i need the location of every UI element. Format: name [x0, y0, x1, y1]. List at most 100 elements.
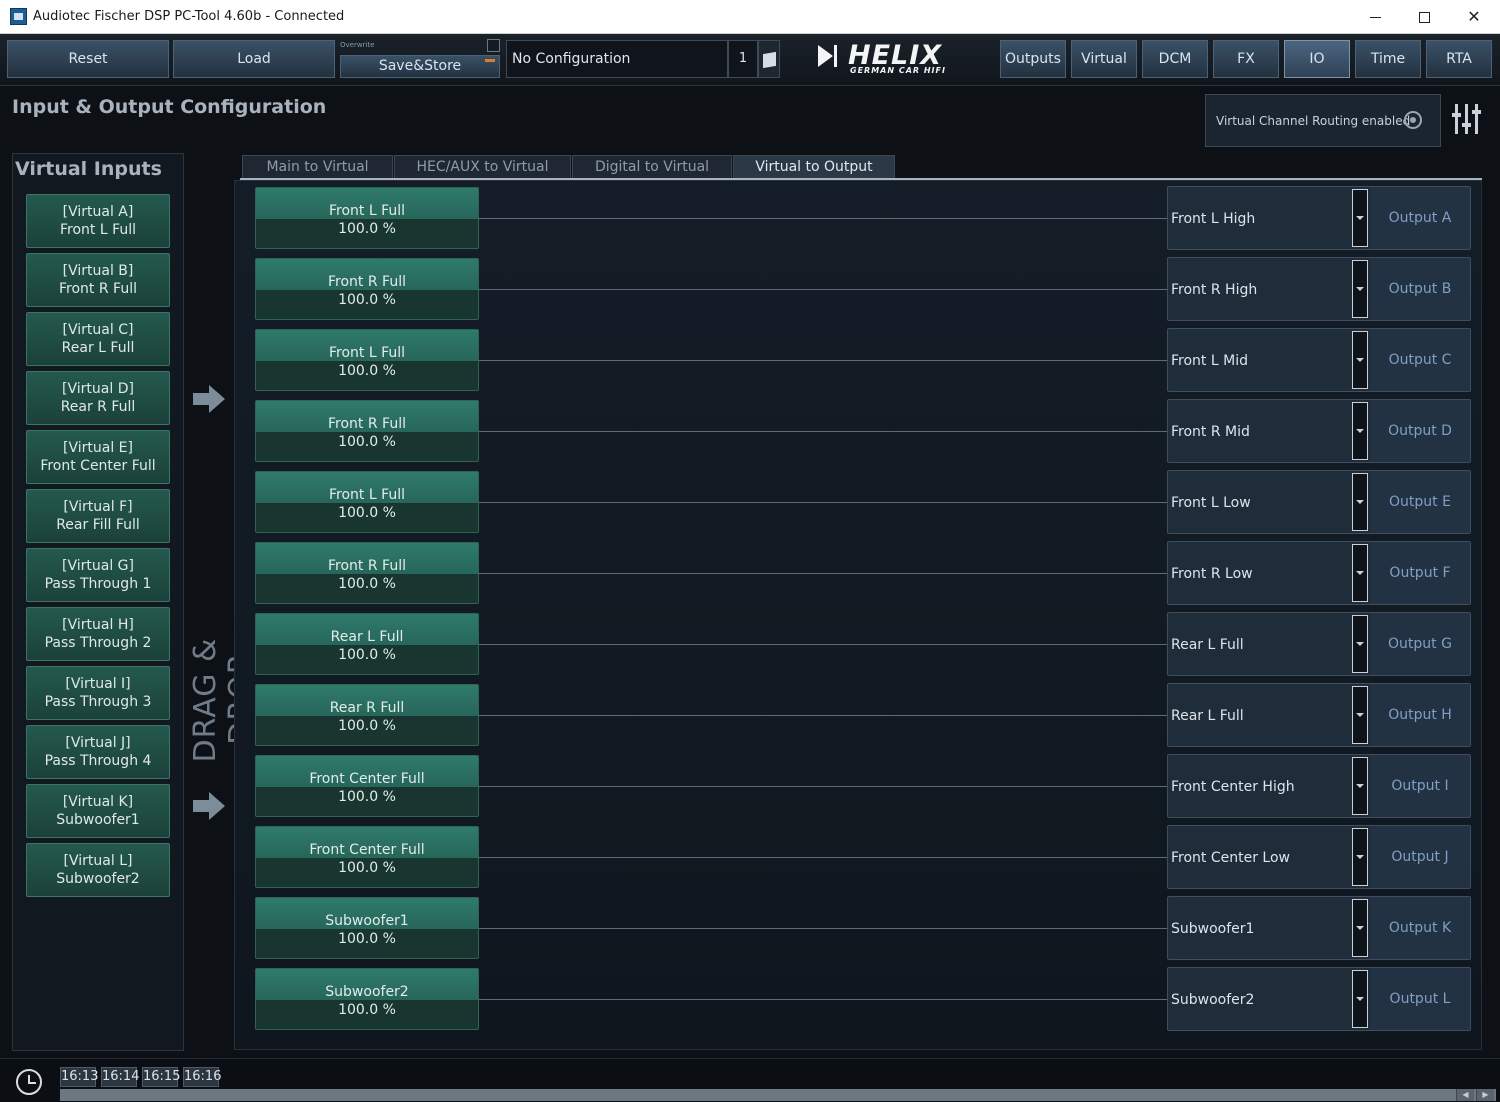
route-source[interactable]: Front Center Full 100.0 % — [255, 755, 479, 817]
window-titlebar: Audiotec Fischer DSP PC-Tool 4.60b - Con… — [0, 0, 1500, 34]
virtual-input-k[interactable]: [Virtual K] Subwoofer1 — [26, 784, 170, 838]
virtual-input-tag: [Virtual H] — [62, 617, 134, 633]
route-channel-name: Subwoofer1 — [1171, 921, 1255, 937]
virtual-input-tag: [Virtual F] — [63, 499, 133, 515]
route-channel-name: Front Center High — [1171, 779, 1295, 795]
clock-icon[interactable] — [16, 1069, 42, 1095]
route-channel-dropdown[interactable] — [1352, 473, 1368, 531]
maximize-button[interactable] — [1399, 0, 1449, 34]
route-channel-dropdown[interactable] — [1352, 402, 1368, 460]
virtual-input-l[interactable]: [Virtual L] Subwoofer2 — [26, 843, 170, 897]
route-source-name: Subwoofer1 — [325, 913, 409, 929]
nav-outputs-button[interactable]: Outputs — [1000, 40, 1066, 78]
nav-virtual-button[interactable]: Virtual — [1071, 40, 1137, 78]
route-source[interactable]: Front R Full 100.0 % — [255, 400, 479, 462]
timeline-time[interactable]: 16:16 — [183, 1067, 221, 1087]
reset-button[interactable]: Reset — [7, 40, 169, 78]
virtual-input-j[interactable]: [Virtual J] Pass Through 4 — [26, 725, 170, 779]
arrow-right-icon — [193, 385, 225, 413]
route-source[interactable]: Front R Full 100.0 % — [255, 258, 479, 320]
virtual-routing-status-box[interactable]: Virtual Channel Routing enabled — [1205, 94, 1441, 147]
timeline-time[interactable]: 16:14 — [101, 1067, 139, 1087]
mixer-icon[interactable] — [1452, 104, 1482, 134]
virtual-input-h[interactable]: [Virtual H] Pass Through 2 — [26, 607, 170, 661]
route-level: 100.0 % — [338, 221, 396, 237]
tab-virtual-to-output[interactable]: Virtual to Output Routing — [733, 155, 895, 198]
tab-hec-aux-to-virtual[interactable]: HEC/AUX to Virtual Routing — [394, 155, 571, 198]
route-level: 100.0 % — [338, 292, 396, 308]
route-source-name: Rear R Full — [329, 700, 405, 716]
route-channel-dropdown[interactable] — [1352, 686, 1368, 744]
route-channel-dropdown[interactable] — [1352, 899, 1368, 957]
window-title: Audiotec Fischer DSP PC-Tool 4.60b - Con… — [33, 9, 345, 24]
route-source[interactable]: Subwoofer2 100.0 % — [255, 968, 479, 1030]
gear-icon[interactable] — [1404, 111, 1422, 129]
load-button[interactable]: Load — [173, 40, 335, 78]
routing-area: Front L Full 100.0 % Front L High Output A… — [234, 180, 1482, 1050]
virtual-input-tag: [Virtual D] — [62, 381, 134, 397]
nav-rta-button[interactable]: RTA — [1426, 40, 1492, 78]
configuration-name-field[interactable]: No Configuration — [506, 40, 728, 78]
route-source[interactable]: Rear L Full 100.0 % — [255, 613, 479, 675]
virtual-input-name: Front L Full — [59, 222, 137, 238]
virtual-input-f[interactable]: [Virtual F] Rear Fill Full — [26, 489, 170, 543]
configuration-number-field[interactable]: 1 — [728, 40, 758, 78]
route-connector — [479, 431, 1167, 432]
overwrite-checkbox[interactable] — [487, 39, 500, 52]
route-channel-dropdown[interactable] — [1352, 544, 1368, 602]
tab-digital-to-virtual[interactable]: Digital to Virtual Routing — [572, 155, 732, 198]
route-source[interactable]: Front Center Full 100.0 % — [255, 826, 479, 888]
timeline-time[interactable]: 16:13 — [60, 1067, 98, 1087]
route-destination: Subwoofer1 Output K — [1167, 896, 1471, 960]
virtual-input-b[interactable]: [Virtual B] Front R Full — [26, 253, 170, 307]
route-channel-dropdown[interactable] — [1352, 970, 1368, 1028]
nav-dcm-button[interactable]: DCM — [1142, 40, 1208, 78]
route-source[interactable]: Front L Full 100.0 % — [255, 187, 479, 249]
route-channel-dropdown[interactable] — [1352, 828, 1368, 886]
drag-drop-hint: DRAG & DROP — [186, 180, 258, 1040]
route-connector — [479, 786, 1167, 787]
arrow-right-icon — [193, 792, 225, 820]
route-source[interactable]: Front L Full 100.0 % — [255, 329, 479, 391]
edit-configuration-button[interactable] — [758, 40, 780, 78]
virtual-input-i[interactable]: [Virtual I] Pass Through 3 — [26, 666, 170, 720]
route-source[interactable]: Front L Full 100.0 % — [255, 471, 479, 533]
virtual-input-e[interactable]: [Virtual E] Front Center Full — [26, 430, 170, 484]
route-source[interactable]: Rear R Full 100.0 % — [255, 684, 479, 746]
route-channel-name: Front L High — [1171, 211, 1256, 227]
save-store-button[interactable]: Save&Store — [340, 55, 500, 78]
minimize-icon — [1369, 17, 1381, 18]
route-source[interactable]: Front R Full 100.0 % — [255, 542, 479, 604]
scroll-right-button[interactable]: ▶ — [1476, 1089, 1494, 1101]
virtual-routing-status-text: Virtual Channel Routing enabled — [1216, 114, 1411, 128]
nav-fx-button[interactable]: FX — [1213, 40, 1279, 78]
logo-subtitle: GERMAN CAR HIFI — [850, 66, 946, 75]
close-button[interactable]: ✕ — [1449, 0, 1499, 34]
route-level: 100.0 % — [338, 789, 396, 805]
route-channel-dropdown[interactable] — [1352, 757, 1368, 815]
scroll-left-button[interactable]: ◀ — [1456, 1089, 1474, 1101]
timeline-scrollbar[interactable] — [60, 1089, 1496, 1101]
virtual-input-c[interactable]: [Virtual C] Rear L Full — [26, 312, 170, 366]
maximize-icon — [1418, 12, 1430, 23]
route-channel-dropdown[interactable] — [1352, 260, 1368, 318]
route-channel-dropdown[interactable] — [1352, 331, 1368, 389]
route-level: 100.0 % — [338, 718, 396, 734]
route-row: Front Center Full 100.0 % Front Center Hi… — [235, 749, 1483, 818]
route-connector — [479, 218, 1167, 219]
route-row: Rear L Full 100.0 % Rear L Full Output G — [235, 607, 1483, 676]
nav-io-button[interactable]: IO — [1284, 40, 1350, 78]
virtual-input-d[interactable]: [Virtual D] Rear R Full — [26, 371, 170, 425]
virtual-input-g[interactable]: [Virtual G] Pass Through 1 — [26, 548, 170, 602]
minimize-button[interactable] — [1350, 0, 1400, 34]
nav-time-button[interactable]: Time — [1355, 40, 1421, 78]
route-channel-dropdown[interactable] — [1352, 615, 1368, 673]
route-source[interactable]: Subwoofer1 100.0 % — [255, 897, 479, 959]
tab-main-to-virtual[interactable]: Main to Virtual Routing — [242, 155, 393, 198]
route-output-label: Output H — [1370, 684, 1470, 746]
virtual-input-a[interactable]: [Virtual A] Front L Full — [26, 194, 170, 248]
route-channel-dropdown[interactable] — [1352, 189, 1368, 247]
timeline-time[interactable]: 16:15 — [142, 1067, 180, 1087]
route-connector — [479, 928, 1167, 929]
route-output-label: Output K — [1370, 897, 1470, 959]
